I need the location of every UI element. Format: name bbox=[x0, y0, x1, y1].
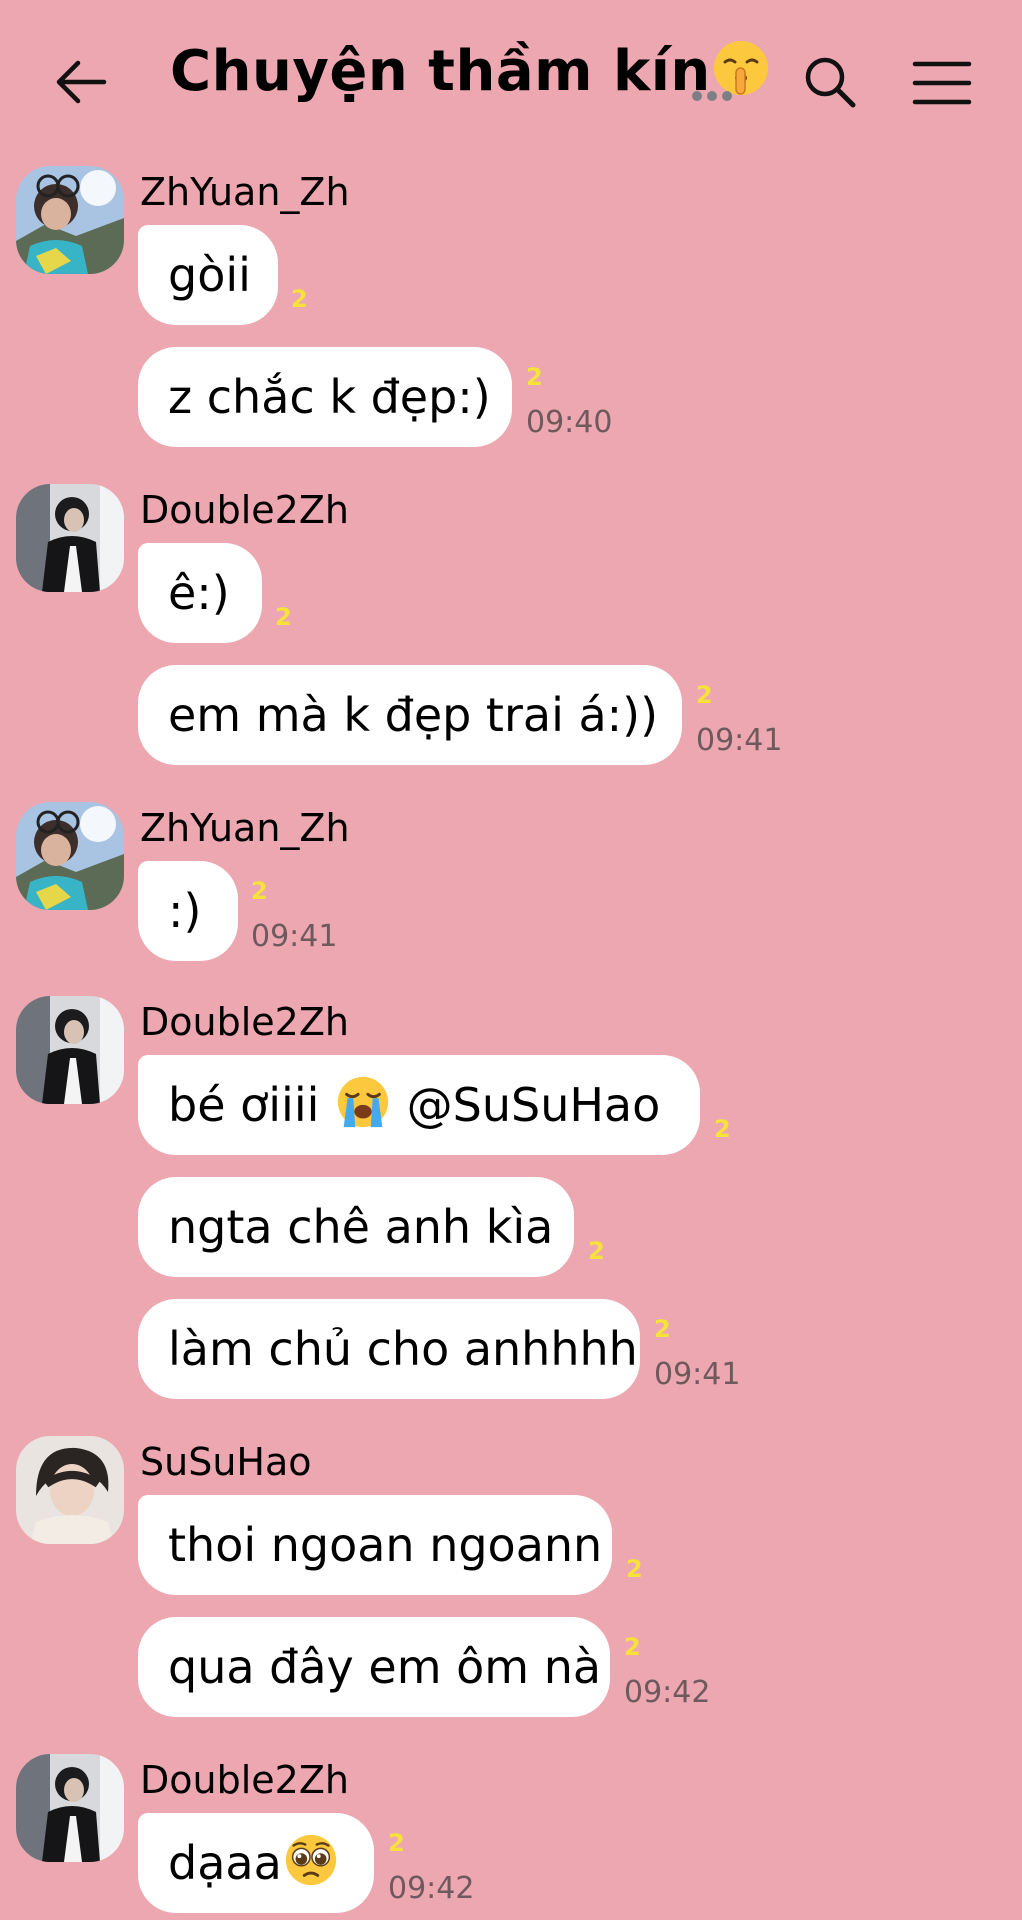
message-bubble[interactable]: :) bbox=[138, 861, 238, 961]
menu-icon[interactable] bbox=[912, 58, 972, 108]
sender-name: ZhYuan_Zh bbox=[140, 806, 350, 850]
message-bubble[interactable]: bé ơiiii @SuSuHao bbox=[138, 1055, 700, 1155]
message-bubble[interactable]: ê:) bbox=[138, 543, 262, 643]
avatar-double2zh[interactable] bbox=[16, 1754, 124, 1862]
avatar-zhyuan[interactable] bbox=[16, 802, 124, 910]
avatar-double2zh[interactable] bbox=[16, 996, 124, 1104]
avatar-zhyuan-image bbox=[16, 802, 124, 910]
avatar-double2zh-image bbox=[16, 484, 124, 592]
message-bubble[interactable]: làm chủ cho anhhhh bbox=[138, 1299, 640, 1399]
chat-title[interactable]: Chuyện thầm kín bbox=[170, 38, 771, 104]
message-bubble[interactable]: ngta chê anh kìa bbox=[138, 1177, 574, 1277]
message-text: z chắc k đẹp:) bbox=[168, 370, 491, 424]
unread-count: 2 bbox=[526, 363, 543, 391]
back-arrow-icon[interactable] bbox=[52, 52, 112, 112]
message-text: qua đây em ôm nà bbox=[168, 1640, 602, 1694]
unread-count: 2 bbox=[588, 1237, 605, 1265]
avatar-double2zh-image bbox=[16, 996, 124, 1104]
mention-text: @SuSuHao bbox=[392, 1078, 661, 1132]
unread-count: 2 bbox=[251, 877, 268, 905]
message-text: làm chủ cho anhhhh bbox=[168, 1322, 638, 1376]
message-time: 09:42 bbox=[388, 1871, 475, 1906]
unread-count: 2 bbox=[654, 1315, 671, 1343]
message-text: ngta chê anh kìa bbox=[168, 1200, 554, 1254]
sender-name: Double2Zh bbox=[140, 488, 349, 532]
sender-name: ZhYuan_Zh bbox=[140, 170, 350, 214]
message-bubble[interactable]: z chắc k đẹp:) bbox=[138, 347, 512, 447]
avatar-susuhao-image bbox=[16, 1436, 124, 1544]
message-bubble[interactable]: em mà k đẹp trai á:)) bbox=[138, 665, 682, 765]
pleading-face-icon bbox=[285, 1834, 336, 1886]
message-bubble[interactable]: thoi ngoan ngoann bbox=[138, 1495, 612, 1595]
search-icon[interactable] bbox=[800, 52, 860, 112]
message-text: gòii bbox=[168, 248, 251, 302]
avatar-double2zh-image bbox=[16, 1754, 124, 1862]
message-bubble[interactable]: qua đây em ôm nà bbox=[138, 1617, 610, 1717]
avatar-double2zh[interactable] bbox=[16, 484, 124, 592]
message-text: :) bbox=[168, 884, 202, 938]
unread-count: 2 bbox=[624, 1633, 641, 1661]
unread-count: 2 bbox=[696, 681, 713, 709]
message-text: ê:) bbox=[168, 566, 230, 620]
message-time: 09:42 bbox=[624, 1675, 711, 1710]
message-text: em mà k đẹp trai á:)) bbox=[168, 688, 659, 742]
message-bubble[interactable]: gòii bbox=[138, 225, 278, 325]
unread-count: 2 bbox=[626, 1555, 643, 1583]
chat-header: Chuyện thầm kín bbox=[0, 0, 1022, 160]
avatar-zhyuan-image bbox=[16, 166, 124, 274]
message-text: bé ơiiii bbox=[168, 1078, 335, 1132]
message-time: 09:41 bbox=[696, 723, 783, 758]
sender-name: SuSuHao bbox=[140, 1440, 312, 1484]
unread-count: 2 bbox=[714, 1115, 731, 1143]
chat-title-text: Chuyện thầm kín bbox=[170, 39, 711, 104]
message-time: 09:41 bbox=[654, 1357, 741, 1392]
message-text: thoi ngoan ngoann bbox=[168, 1518, 603, 1572]
message-bubble[interactable]: dạaa bbox=[138, 1813, 374, 1913]
unread-count: 2 bbox=[275, 603, 292, 631]
message-time: 09:40 bbox=[526, 405, 613, 440]
unread-count: 2 bbox=[388, 1829, 405, 1857]
avatar-zhyuan[interactable] bbox=[16, 166, 124, 274]
sender-name: Double2Zh bbox=[140, 1758, 349, 1802]
unread-count: 2 bbox=[291, 285, 308, 313]
avatar-susuhao[interactable] bbox=[16, 1436, 124, 1544]
message-time: 09:41 bbox=[251, 919, 338, 954]
message-text: dạaa bbox=[168, 1836, 282, 1890]
sender-name: Double2Zh bbox=[140, 1000, 349, 1044]
title-more-icon bbox=[692, 91, 732, 101]
loudly-crying-face-icon bbox=[337, 1076, 389, 1128]
